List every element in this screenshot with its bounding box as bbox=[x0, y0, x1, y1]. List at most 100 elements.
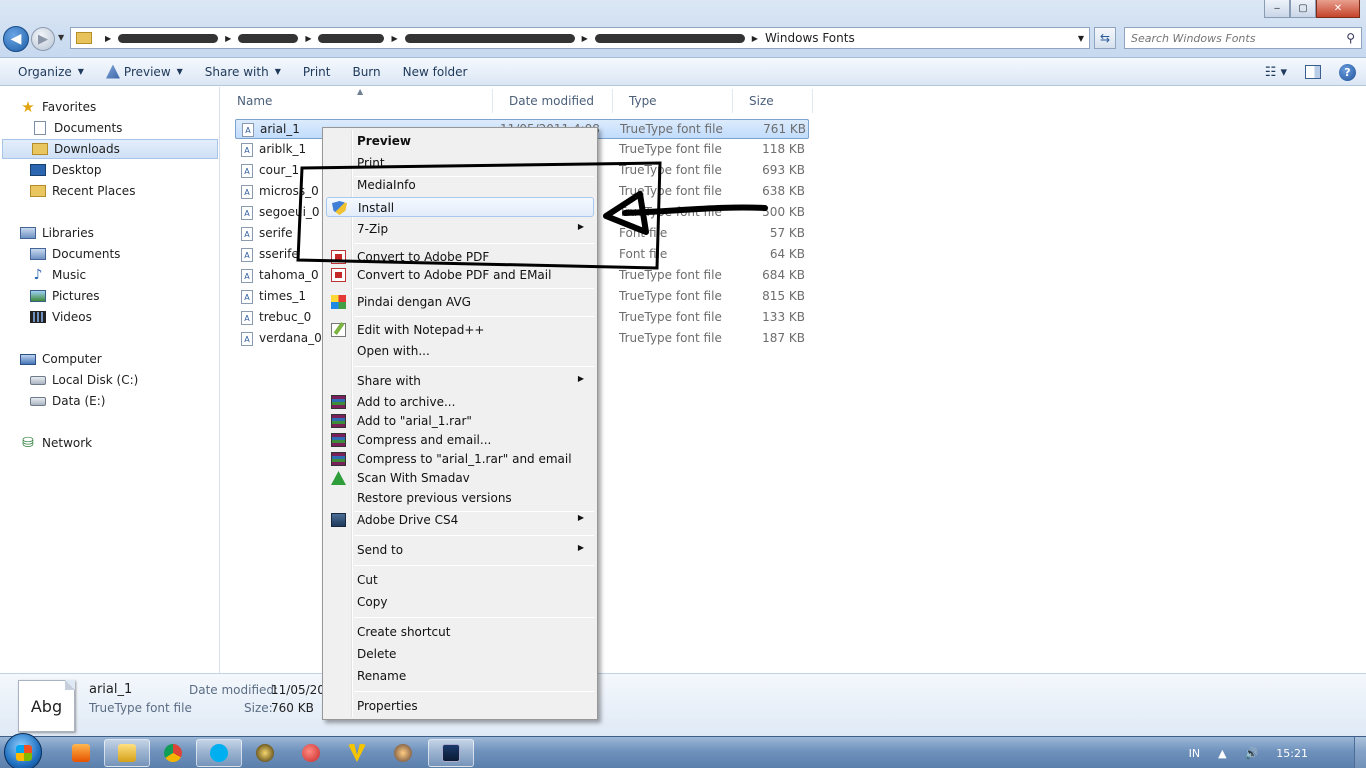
nav-favorites[interactable]: ★ Favorites bbox=[0, 97, 218, 117]
search-box[interactable]: ⚲ bbox=[1124, 27, 1362, 49]
menu-separator bbox=[354, 288, 594, 289]
caret-down-icon: ▼ bbox=[176, 67, 183, 76]
nav-music[interactable]: ♪ Music bbox=[0, 265, 218, 285]
maximize-button[interactable]: ▢ bbox=[1290, 0, 1316, 18]
view-options-icon[interactable]: ☷ ▾ bbox=[1265, 65, 1287, 80]
back-button[interactable]: ◀ bbox=[3, 26, 29, 52]
menu-item-add-archive[interactable]: Add to archive... bbox=[326, 392, 594, 412]
taskbar-media-player[interactable] bbox=[60, 739, 102, 767]
nav-libraries[interactable]: Libraries bbox=[0, 223, 218, 243]
organize-label: Organize bbox=[18, 64, 72, 79]
nav-downloads[interactable]: Downloads bbox=[2, 139, 218, 159]
language-indicator[interactable]: IN bbox=[1189, 747, 1200, 760]
menu-item-delete[interactable]: Delete bbox=[326, 644, 594, 664]
menu-item-smadav[interactable]: Scan With Smadav bbox=[326, 468, 594, 488]
breadcrumb-current[interactable]: Windows Fonts bbox=[765, 31, 855, 45]
menu-item-rename[interactable]: Rename bbox=[326, 666, 594, 686]
chevron-right-icon: ▶ bbox=[751, 33, 758, 43]
address-bar[interactable]: ▶ ▶ ▶ ▶ ▶ ▶ Windows Fonts ▼ bbox=[70, 27, 1090, 49]
taskbar-app-8[interactable] bbox=[382, 739, 424, 767]
details-date-label: Date modified: bbox=[189, 683, 279, 697]
taskbar-app-9[interactable] bbox=[428, 739, 474, 767]
refresh-icon: ⇆ bbox=[1099, 31, 1111, 45]
menu-item-share-with[interactable]: Share with ▶ bbox=[326, 371, 594, 391]
pictures-icon bbox=[30, 290, 46, 302]
menu-item-preview[interactable]: Preview bbox=[326, 131, 594, 151]
forward-button[interactable]: ▶ bbox=[31, 27, 55, 51]
refresh-button[interactable]: ⇆ bbox=[1094, 27, 1116, 49]
menu-item-compress-rar-email[interactable]: Compress to "arial_1.rar" and email bbox=[326, 449, 594, 469]
menu-item-create-shortcut[interactable]: Create shortcut bbox=[326, 622, 594, 642]
share-with-button[interactable]: Share with ▼ bbox=[194, 58, 292, 85]
menu-label: Rename bbox=[357, 669, 407, 683]
search-icon[interactable]: ⚲ bbox=[1346, 31, 1355, 45]
print-button[interactable]: Print bbox=[292, 58, 342, 85]
preview-pane-icon[interactable] bbox=[1305, 65, 1321, 79]
nav-label: Computer bbox=[42, 352, 102, 366]
organize-button[interactable]: Organize ▼ bbox=[0, 58, 95, 85]
taskbar-app-5[interactable] bbox=[244, 739, 286, 767]
help-icon[interactable]: ? bbox=[1339, 63, 1356, 81]
taskbar: IN ▲ 🔊 15:21 bbox=[0, 733, 1366, 768]
menu-item-cut[interactable]: Cut bbox=[326, 570, 594, 590]
preview-button[interactable]: Preview ▼ bbox=[95, 58, 194, 85]
new-folder-button[interactable]: New folder bbox=[392, 58, 479, 85]
minimize-button[interactable]: ‒ bbox=[1264, 0, 1290, 18]
videos-icon bbox=[30, 311, 46, 323]
taskbar-explorer[interactable] bbox=[104, 739, 150, 767]
nav-recent-places[interactable]: Recent Places bbox=[0, 181, 218, 201]
nav-desktop[interactable]: Desktop bbox=[0, 160, 218, 180]
nav-network[interactable]: ⛁ Network bbox=[0, 433, 218, 453]
menu-item-convert-pdf-email[interactable]: Convert to Adobe PDF and EMail bbox=[326, 265, 594, 285]
nav-library-documents[interactable]: Documents bbox=[0, 244, 218, 264]
menu-item-convert-pdf[interactable]: Convert to Adobe PDF bbox=[326, 247, 594, 267]
menu-item-print[interactable]: Print bbox=[326, 153, 594, 173]
nav-videos[interactable]: Videos bbox=[0, 307, 218, 327]
taskbar-app-7[interactable] bbox=[336, 739, 378, 767]
volume-icon[interactable]: 🔊 bbox=[1245, 747, 1259, 760]
nav-computer[interactable]: Computer bbox=[0, 349, 218, 369]
menu-item-add-rar[interactable]: Add to "arial_1.rar" bbox=[326, 411, 594, 431]
nav-data-drive[interactable]: Data (E:) bbox=[0, 391, 218, 411]
menu-item-7zip[interactable]: 7-Zip ▶ bbox=[326, 219, 594, 239]
menu-item-adobe-drive[interactable]: Adobe Drive CS4 ▶ bbox=[326, 510, 594, 530]
menu-item-avg-scan[interactable]: Pindai dengan AVG bbox=[326, 292, 594, 312]
menu-item-send-to[interactable]: Send to ▶ bbox=[326, 540, 594, 560]
column-header-date[interactable]: Date modified bbox=[493, 89, 613, 113]
menu-item-copy[interactable]: Copy bbox=[326, 592, 594, 612]
skype-icon bbox=[210, 744, 228, 762]
menu-item-open-with[interactable]: Open with... bbox=[326, 341, 594, 361]
tray-expand-icon[interactable]: ▲ bbox=[1218, 747, 1226, 760]
file-name: times_1 bbox=[259, 289, 306, 303]
menu-item-mediainfo[interactable]: MediaInfo bbox=[326, 175, 594, 195]
file-type: TrueType font file bbox=[619, 268, 722, 282]
burn-button[interactable]: Burn bbox=[341, 58, 391, 85]
arrow-left-icon: ◀ bbox=[10, 31, 22, 47]
search-input[interactable] bbox=[1131, 31, 1347, 45]
taskbar-app-6[interactable] bbox=[290, 739, 332, 767]
menu-item-properties[interactable]: Properties bbox=[326, 696, 594, 716]
menu-label: Print bbox=[357, 156, 385, 170]
menu-item-install[interactable]: Install bbox=[326, 197, 594, 217]
nav-local-disk[interactable]: Local Disk (C:) bbox=[0, 370, 218, 390]
start-button[interactable] bbox=[4, 733, 42, 768]
menu-item-compress-email[interactable]: Compress and email... bbox=[326, 430, 594, 450]
taskbar-skype[interactable] bbox=[196, 739, 242, 767]
taskbar-chrome[interactable] bbox=[152, 739, 194, 767]
file-name: micross_0 bbox=[259, 184, 319, 198]
column-header-name[interactable]: ▲ Name bbox=[221, 87, 493, 113]
column-header-type[interactable]: Type bbox=[613, 89, 733, 113]
menu-item-restore-versions[interactable]: Restore previous versions bbox=[326, 488, 594, 508]
menu-separator bbox=[354, 316, 594, 317]
show-desktop-button[interactable] bbox=[1354, 737, 1366, 768]
nav-pictures[interactable]: Pictures bbox=[0, 286, 218, 306]
menu-item-notepadpp[interactable]: Edit with Notepad++ bbox=[326, 320, 594, 340]
nav-documents[interactable]: Documents bbox=[0, 118, 218, 138]
clock[interactable]: 15:21 bbox=[1276, 747, 1308, 760]
preview-label: Preview bbox=[123, 64, 171, 79]
close-button[interactable]: ✕ bbox=[1316, 0, 1360, 18]
pdf-icon bbox=[331, 250, 346, 264]
address-dropdown[interactable]: ▼ bbox=[1073, 34, 1089, 43]
column-header-size[interactable]: Size bbox=[733, 89, 813, 113]
recent-pages-dropdown[interactable]: ▼ bbox=[58, 33, 64, 42]
